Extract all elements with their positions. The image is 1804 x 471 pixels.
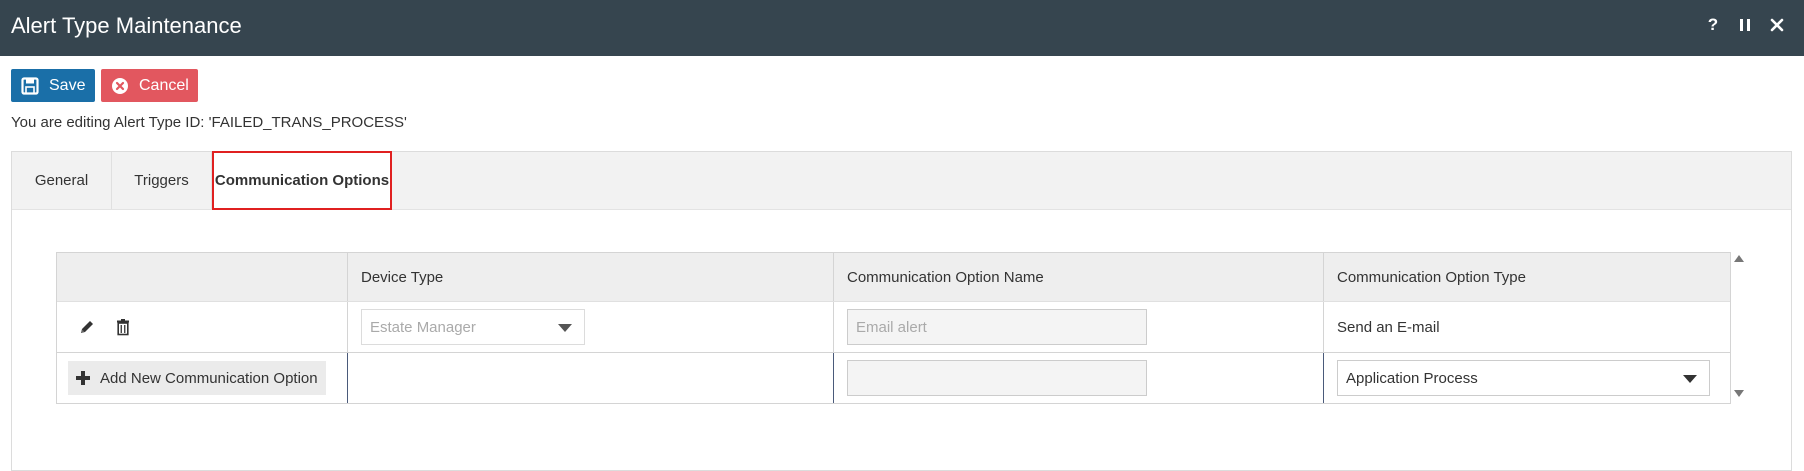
edit-pencil-icon[interactable] [78, 318, 96, 336]
plus-icon [76, 371, 90, 385]
row-actions [57, 302, 347, 352]
save-button[interactable]: Save [11, 69, 95, 102]
window-title: Alert Type Maintenance [11, 13, 242, 38]
option-type-dropdown[interactable]: Application Process [1337, 360, 1710, 396]
column-header-actions [57, 253, 347, 301]
column-header-option-type[interactable]: Communication Option Type [1323, 253, 1730, 301]
help-icon[interactable]: ? [1704, 14, 1722, 36]
pause-icon[interactable] [1736, 14, 1754, 36]
grid-header-row: Device Type Communication Option Name Co… [57, 253, 1730, 301]
option-type-value: Send an E-mail [1337, 318, 1440, 336]
cancel-circle-icon [111, 76, 129, 96]
save-label: Save [49, 76, 86, 94]
new-row: Add New Communication Option Application… [57, 352, 1730, 403]
add-cell: Add New Communication Option [57, 353, 347, 403]
window-controls: ? [1704, 14, 1786, 36]
option-name-cell: Email alert [833, 302, 1323, 352]
add-communication-option-button[interactable]: Add New Communication Option [68, 361, 326, 395]
tab-general[interactable]: General [12, 152, 112, 209]
scroll-up-arrow-icon[interactable] [1734, 255, 1744, 262]
toolbar: Save Cancel [11, 69, 198, 102]
new-option-name-input[interactable] [847, 360, 1147, 396]
tab-strip: General Triggers Communication Options [12, 151, 1791, 210]
window-titlebar: Alert Type Maintenance ? [0, 0, 1804, 56]
option-type-dropdown-value: Application Process [1346, 369, 1478, 387]
close-icon[interactable] [1768, 14, 1786, 36]
device-type-value: Estate Manager [370, 318, 476, 336]
new-option-name-cell [833, 353, 1323, 403]
chevron-down-icon [558, 324, 572, 332]
option-type-cell: Send an E-mail [1323, 302, 1730, 352]
scroll-down-arrow-icon[interactable] [1734, 390, 1744, 397]
new-option-type-cell: Application Process [1323, 353, 1730, 403]
tab-panel: General Triggers Communication Options D… [11, 151, 1792, 471]
option-name-input[interactable]: Email alert [847, 309, 1147, 345]
column-header-option-name[interactable]: Communication Option Name [833, 253, 1323, 301]
column-header-device-type[interactable]: Device Type [347, 253, 833, 301]
device-type-dropdown[interactable]: Estate Manager [361, 309, 585, 345]
new-device-type-cell[interactable] [347, 353, 833, 403]
tab-communication-options[interactable]: Communication Options [212, 151, 392, 210]
tab-triggers[interactable]: Triggers [112, 152, 212, 209]
cancel-label: Cancel [139, 76, 189, 94]
floppy-disk-icon [21, 76, 39, 96]
device-type-cell: Estate Manager [347, 302, 833, 352]
table-row: Estate Manager Email alert Send an E-mai… [57, 301, 1730, 352]
delete-trash-icon[interactable] [114, 318, 132, 336]
cancel-button[interactable]: Cancel [101, 69, 198, 102]
chevron-down-icon [1683, 375, 1697, 383]
add-communication-option-label: Add New Communication Option [100, 369, 318, 387]
editing-message: You are editing Alert Type ID: 'FAILED_T… [11, 114, 407, 131]
communication-options-grid: Device Type Communication Option Name Co… [56, 252, 1731, 404]
